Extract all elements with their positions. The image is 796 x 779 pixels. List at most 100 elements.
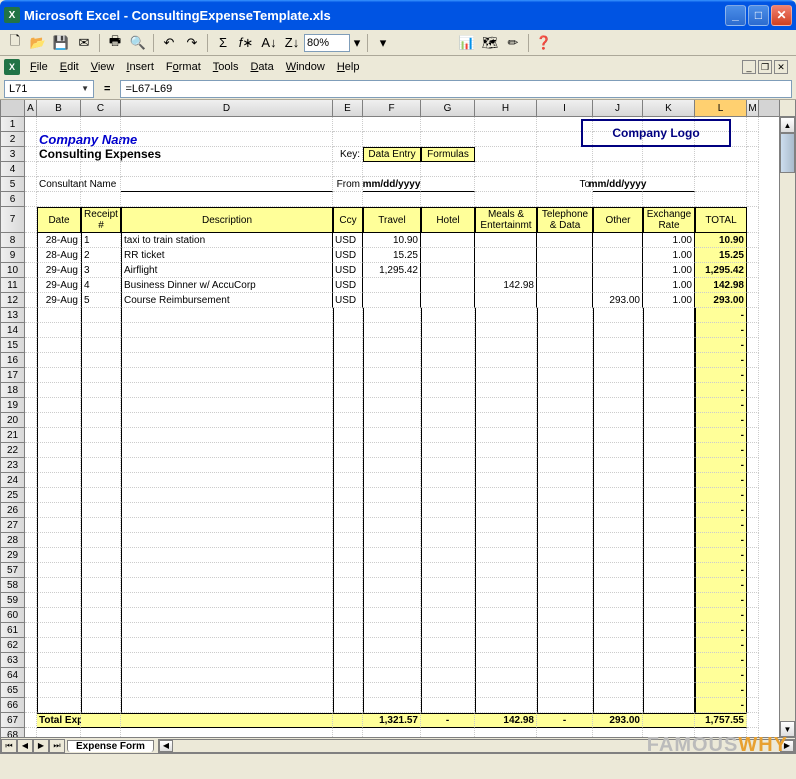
- cell[interactable]: [25, 473, 37, 488]
- cell[interactable]: [475, 132, 537, 147]
- cell[interactable]: [747, 668, 759, 683]
- cell[interactable]: [593, 353, 643, 368]
- table-header[interactable]: Ccy: [333, 207, 363, 233]
- cell[interactable]: [747, 728, 759, 737]
- cell[interactable]: [81, 623, 121, 638]
- cell[interactable]: [333, 192, 363, 207]
- cell[interactable]: [121, 698, 333, 713]
- cell[interactable]: [121, 713, 333, 728]
- cell[interactable]: [537, 578, 593, 593]
- cell[interactable]: [593, 578, 643, 593]
- cell[interactable]: [643, 638, 695, 653]
- exp-total-empty[interactable]: -: [695, 683, 747, 698]
- cell[interactable]: [421, 518, 475, 533]
- cell[interactable]: [593, 368, 643, 383]
- cell[interactable]: [363, 308, 421, 323]
- cell[interactable]: [643, 147, 695, 162]
- exp-total-empty[interactable]: -: [695, 533, 747, 548]
- cell[interactable]: [333, 458, 363, 473]
- cell[interactable]: [537, 338, 593, 353]
- exp-total-empty[interactable]: -: [695, 428, 747, 443]
- cell[interactable]: [37, 368, 81, 383]
- cell[interactable]: [643, 608, 695, 623]
- cell[interactable]: [333, 428, 363, 443]
- cell[interactable]: [25, 398, 37, 413]
- cell[interactable]: [121, 653, 333, 668]
- save-icon[interactable]: 💾: [50, 32, 72, 54]
- cell[interactable]: [333, 488, 363, 503]
- cell[interactable]: [593, 653, 643, 668]
- exp-desc[interactable]: Airflight: [121, 263, 333, 278]
- cell[interactable]: [37, 488, 81, 503]
- sort-asc-icon[interactable]: A↓: [258, 32, 280, 54]
- cell[interactable]: [363, 683, 421, 698]
- cell[interactable]: [81, 323, 121, 338]
- cell[interactable]: [363, 488, 421, 503]
- cell[interactable]: [747, 713, 759, 728]
- exp-desc[interactable]: Course Reimbursement: [121, 293, 333, 308]
- cell[interactable]: [643, 338, 695, 353]
- exp-total-empty[interactable]: -: [695, 458, 747, 473]
- cell[interactable]: [363, 668, 421, 683]
- exp-tel[interactable]: [537, 278, 593, 293]
- table-header[interactable]: Telephone & Data: [537, 207, 593, 233]
- cell[interactable]: [363, 368, 421, 383]
- cell[interactable]: [475, 147, 537, 162]
- cell[interactable]: [747, 488, 759, 503]
- cell[interactable]: [747, 638, 759, 653]
- cell[interactable]: [593, 593, 643, 608]
- exp-total[interactable]: 142.98: [695, 278, 747, 293]
- cell[interactable]: [747, 563, 759, 578]
- cell[interactable]: [25, 368, 37, 383]
- cell[interactable]: [475, 563, 537, 578]
- cell[interactable]: [643, 192, 695, 207]
- row-header-3[interactable]: 3: [1, 147, 24, 162]
- cell[interactable]: [421, 192, 475, 207]
- col-header-I[interactable]: I: [537, 100, 593, 116]
- cell[interactable]: [37, 428, 81, 443]
- cell[interactable]: [333, 117, 363, 132]
- cell[interactable]: [421, 428, 475, 443]
- menu-view[interactable]: View: [85, 59, 121, 75]
- table-header[interactable]: Description: [121, 207, 333, 233]
- cell[interactable]: [333, 548, 363, 563]
- cell[interactable]: [475, 623, 537, 638]
- cell[interactable]: [643, 177, 695, 192]
- cell[interactable]: [37, 533, 81, 548]
- cell[interactable]: [25, 248, 37, 263]
- cell[interactable]: [643, 443, 695, 458]
- cell[interactable]: [747, 548, 759, 563]
- exp-total-empty[interactable]: -: [695, 548, 747, 563]
- cell[interactable]: [537, 383, 593, 398]
- row-header-62[interactable]: 62: [1, 638, 24, 653]
- exp-meals[interactable]: [475, 263, 537, 278]
- col-header-A[interactable]: A: [25, 100, 37, 116]
- cell[interactable]: [421, 117, 475, 132]
- cell[interactable]: [37, 518, 81, 533]
- cell[interactable]: [121, 638, 333, 653]
- exp-total-empty[interactable]: -: [695, 653, 747, 668]
- cell[interactable]: [537, 623, 593, 638]
- cell[interactable]: [121, 368, 333, 383]
- exp-ccy[interactable]: USD: [333, 293, 363, 308]
- cell[interactable]: [37, 443, 81, 458]
- cell[interactable]: [537, 653, 593, 668]
- exp-date[interactable]: 29-Aug: [37, 263, 81, 278]
- cell[interactable]: [121, 458, 333, 473]
- row-header-63[interactable]: 63: [1, 653, 24, 668]
- exp-total[interactable]: 1,295.42: [695, 263, 747, 278]
- cell[interactable]: [421, 623, 475, 638]
- cell[interactable]: [537, 473, 593, 488]
- cell[interactable]: [593, 323, 643, 338]
- cell[interactable]: [37, 638, 81, 653]
- cell[interactable]: [643, 413, 695, 428]
- cell[interactable]: [421, 413, 475, 428]
- cell[interactable]: [475, 383, 537, 398]
- cell[interactable]: [475, 338, 537, 353]
- cell[interactable]: [643, 398, 695, 413]
- exp-total-empty[interactable]: -: [695, 488, 747, 503]
- row-header-20[interactable]: 20: [1, 413, 24, 428]
- cell[interactable]: [121, 413, 333, 428]
- cell[interactable]: [747, 233, 759, 248]
- cell[interactable]: [593, 503, 643, 518]
